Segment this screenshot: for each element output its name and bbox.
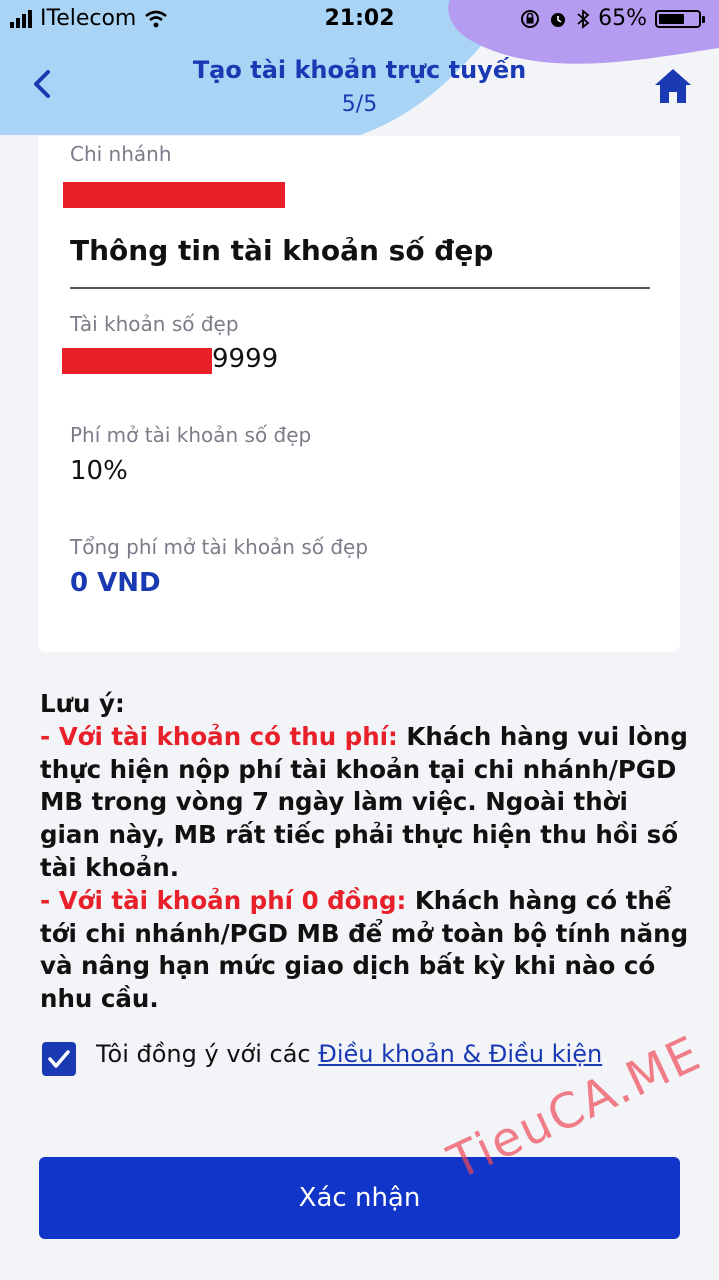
battery-percent: 65% xyxy=(598,6,647,31)
rotation-lock-icon xyxy=(521,9,540,28)
app-header: Tạo tài khoản trực tuyến 5/5 xyxy=(0,40,719,130)
terms-prefix: Tôi đồng ý với các xyxy=(96,1040,319,1068)
status-right: 65% xyxy=(520,6,705,31)
section-title: Thông tin tài khoản số đẹp xyxy=(70,234,494,267)
notice-text: Lưu ý: - Với tài khoản có thu phí: Khách… xyxy=(40,688,690,1016)
status-bar: ITelecom 21:02 65% xyxy=(0,0,719,40)
confirm-button[interactable]: Xác nhận xyxy=(39,1157,680,1239)
account-info-card: Chi nhánh Thông tin tài khoản số đẹp Tài… xyxy=(38,136,680,652)
total-fee-label: Tổng phí mở tài khoản số đẹp xyxy=(70,535,369,559)
branch-label: Chi nhánh xyxy=(70,142,172,166)
notice-heading: Lưu ý: xyxy=(40,689,125,718)
page-title: Tạo tài khoản trực tuyến xyxy=(192,56,527,84)
battery-level xyxy=(659,13,684,24)
notice-item-paid: - Với tài khoản có thu phí: Khách hàng v… xyxy=(40,721,690,885)
step-indicator: 5/5 xyxy=(341,92,378,117)
terms-checkbox[interactable] xyxy=(42,1042,76,1076)
account-number-redacted xyxy=(62,348,212,374)
notice-item-free: - Với tài khoản phí 0 đồng: Khách hàng c… xyxy=(40,885,690,1016)
home-icon[interactable] xyxy=(653,66,693,106)
section-divider xyxy=(70,287,650,289)
branch-value-redacted xyxy=(63,182,285,208)
terms-link[interactable]: Điều khoản & Điều kiện xyxy=(318,1040,602,1068)
terms-text: Tôi đồng ý với các Điều khoản & Điều kiệ… xyxy=(96,1040,602,1068)
account-label: Tài khoản số đẹp xyxy=(70,312,239,336)
checkmark-icon xyxy=(48,1050,70,1068)
alarm-icon xyxy=(551,12,566,27)
notice-item-paid-highlight: - Với tài khoản có thu phí: xyxy=(40,721,398,751)
fee-label: Phí mở tài khoản số đẹp xyxy=(70,423,312,447)
bluetooth-icon xyxy=(577,8,590,29)
fee-value: 10% xyxy=(70,456,128,486)
terms-agreement: Tôi đồng ý với các Điều khoản & Điều kiệ… xyxy=(42,1040,682,1080)
battery-icon xyxy=(655,9,705,28)
notice-item-free-highlight: - Với tài khoản phí 0 đồng: xyxy=(40,885,407,915)
account-number-suffix: 9999 xyxy=(212,344,279,374)
total-fee-value: 0 VND xyxy=(70,568,161,598)
